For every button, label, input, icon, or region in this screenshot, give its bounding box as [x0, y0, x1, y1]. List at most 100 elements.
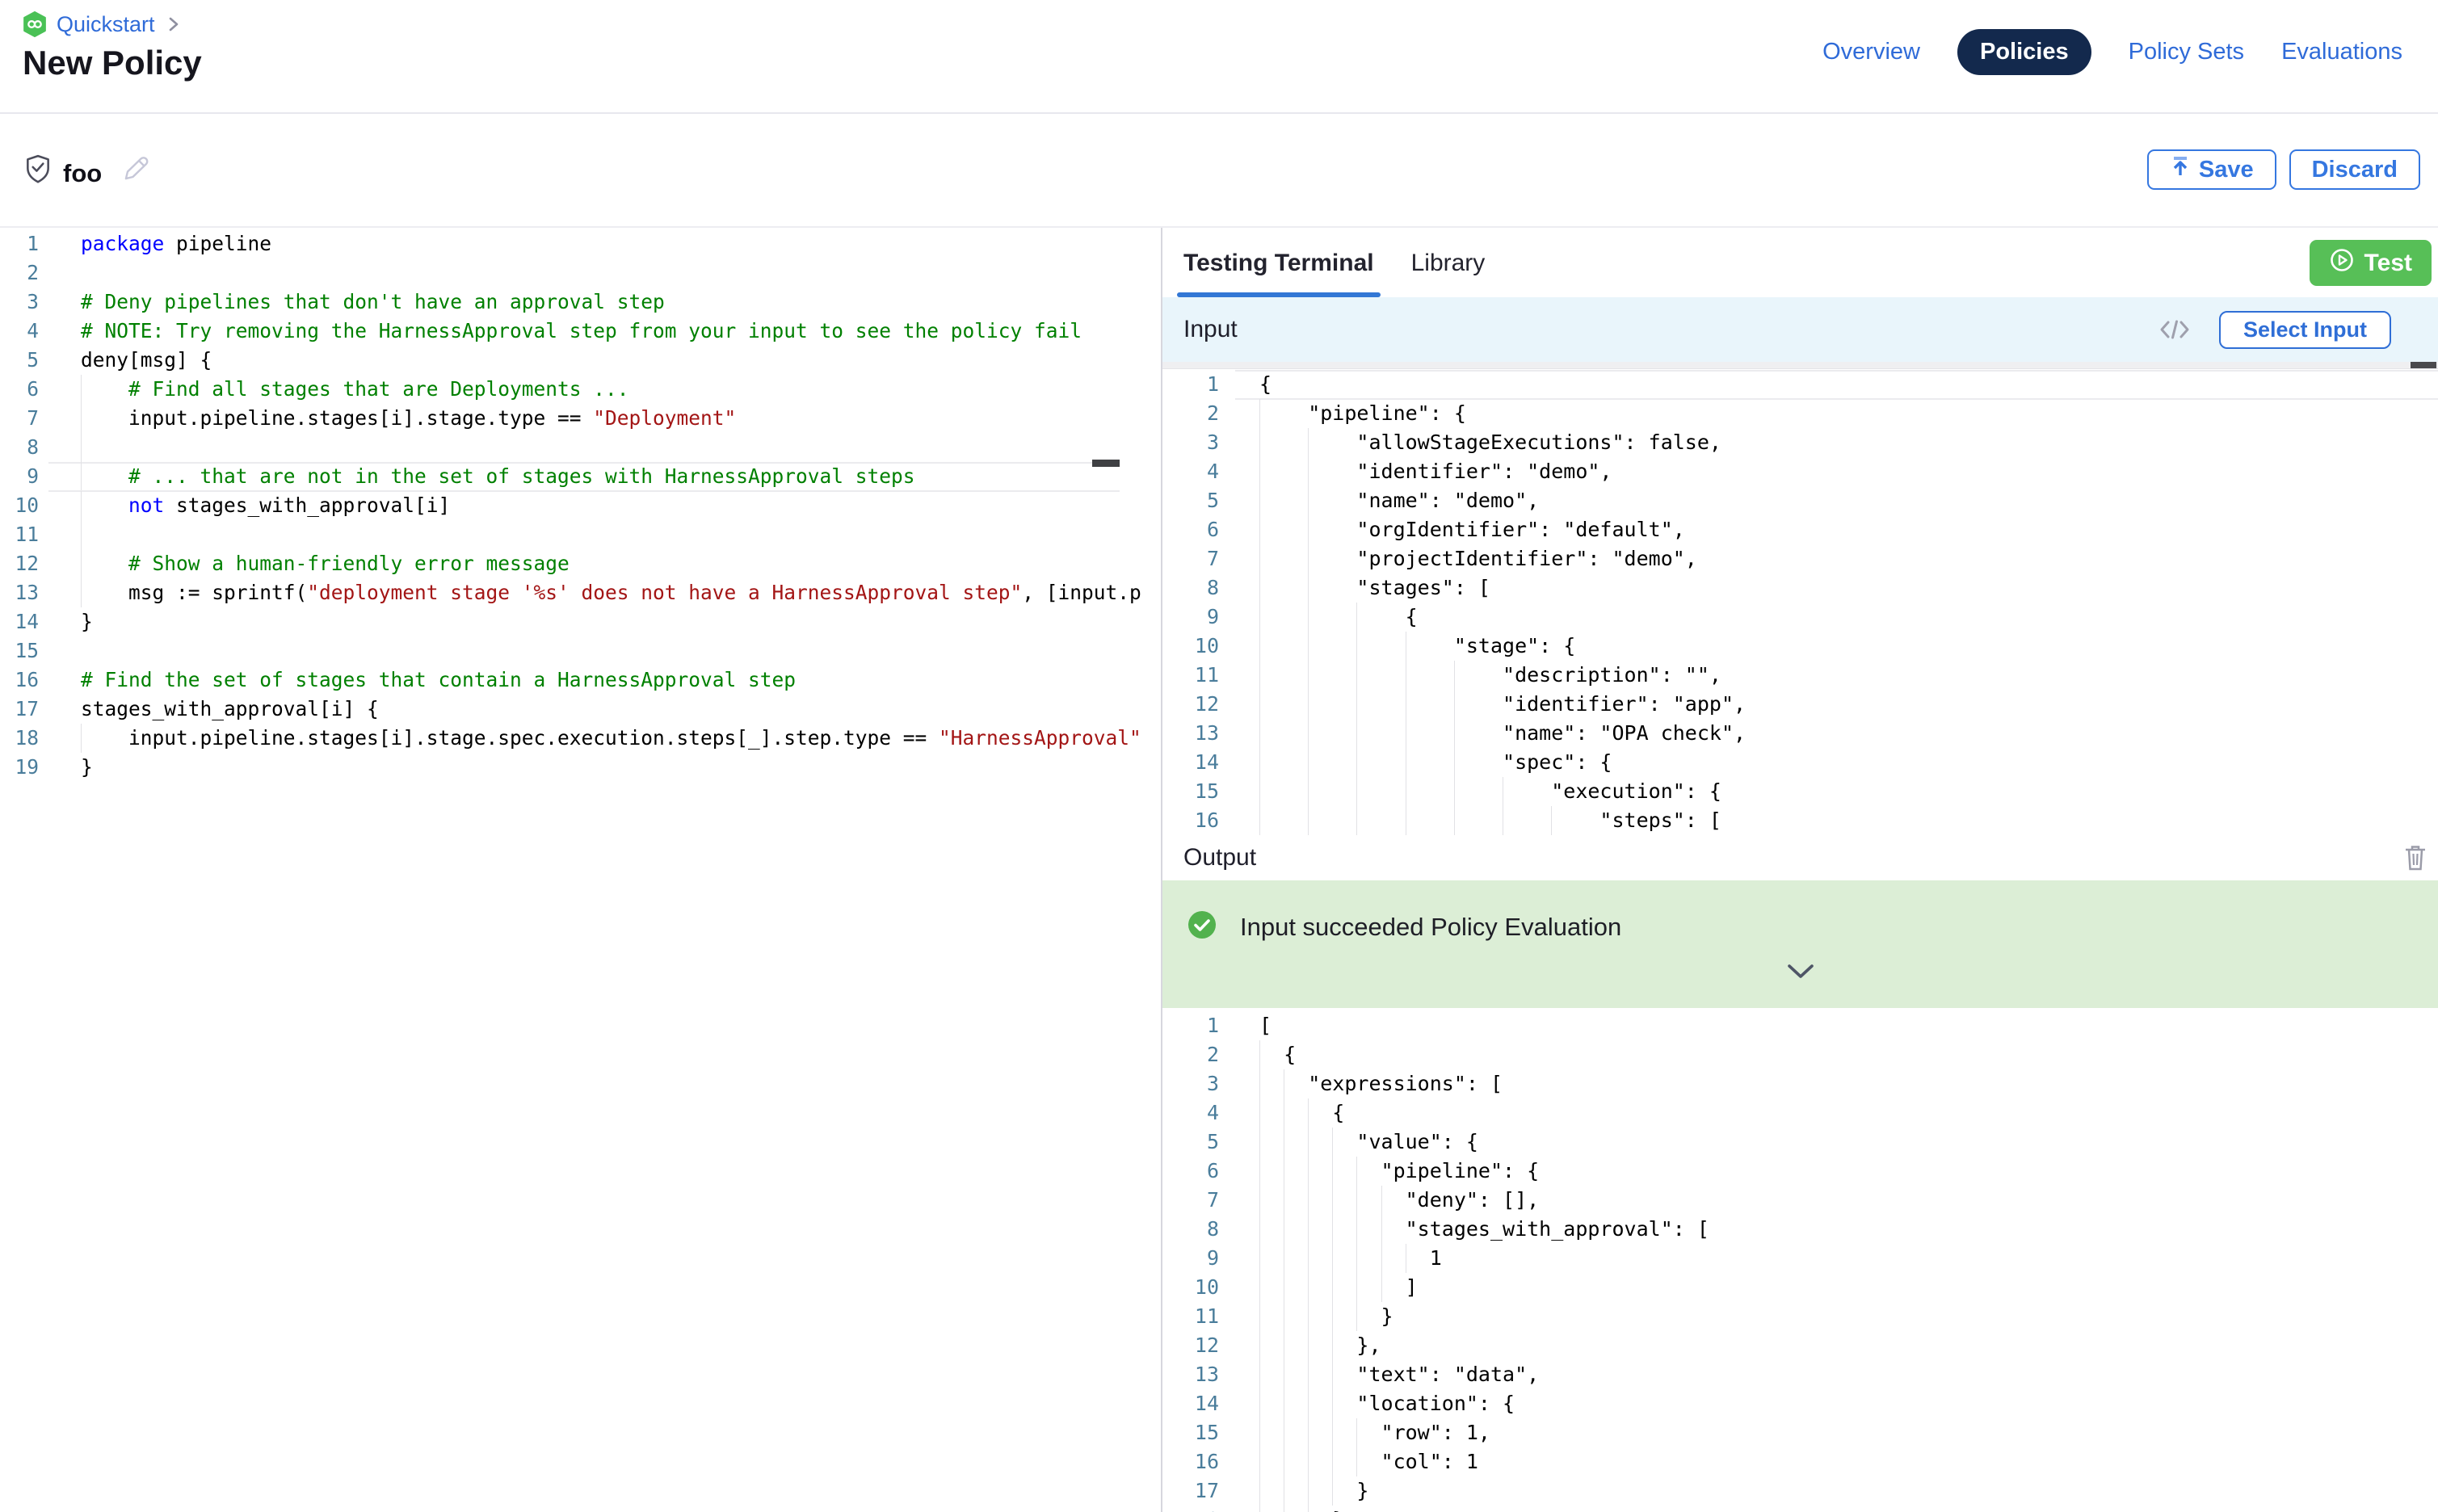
- code-line[interactable]: 10 not stages_with_approval[i]: [0, 491, 1161, 520]
- indent-guide: [1381, 1244, 1382, 1273]
- line-number: 14: [1162, 748, 1219, 777]
- code-line[interactable]: 18 }: [1162, 1506, 2438, 1512]
- code-line[interactable]: 7 "projectIdentifier": "demo",: [1162, 544, 2438, 573]
- code-line[interactable]: 2 {: [1162, 1040, 2438, 1069]
- code-line[interactable]: 16 "steps": [: [1162, 806, 2438, 835]
- code-line[interactable]: 1package pipeline: [0, 229, 1161, 258]
- code-line[interactable]: 4 "identifier": "demo",: [1162, 457, 2438, 486]
- code-line[interactable]: 19}: [0, 753, 1161, 782]
- code-line[interactable]: 3 "allowStageExecutions": false,: [1162, 428, 2438, 457]
- code-line[interactable]: 17 }: [1162, 1476, 2438, 1506]
- code-line[interactable]: 1{: [1162, 370, 2438, 399]
- line-number: 16: [1162, 806, 1219, 835]
- code-line[interactable]: 13 "text": "data",: [1162, 1360, 2438, 1389]
- chevron-down-icon[interactable]: [1785, 963, 1816, 981]
- code-text: "value": {: [1259, 1128, 1478, 1157]
- code-text: "identifier": "demo",: [1259, 457, 1612, 486]
- scrollbar-thumb[interactable]: [2411, 362, 2436, 368]
- code-line[interactable]: 2 "pipeline": {: [1162, 399, 2438, 428]
- code-line[interactable]: 14 "location": {: [1162, 1389, 2438, 1418]
- nav-evaluations[interactable]: Evaluations: [2281, 39, 2402, 65]
- indent-guide: [1332, 1447, 1333, 1476]
- input-json-editor[interactable]: 1{2 "pipeline": {3 "allowStageExecutions…: [1162, 368, 2438, 835]
- save-button[interactable]: Save: [2147, 149, 2276, 190]
- indent-guide: [1308, 603, 1309, 632]
- line-number: 6: [1162, 515, 1219, 544]
- code-line[interactable]: 3 "expressions": [: [1162, 1069, 2438, 1098]
- indent-guide: [1308, 661, 1309, 690]
- code-line[interactable]: 2: [0, 258, 1161, 288]
- code-line[interactable]: 9 # ... that are not in the set of stage…: [0, 462, 1161, 491]
- indent-guide: [1259, 1157, 1260, 1186]
- code-line[interactable]: 8 "stages": [: [1162, 573, 2438, 603]
- code-line[interactable]: 11 "description": "",: [1162, 661, 2438, 690]
- code-line[interactable]: 6 # Find all stages that are Deployments…: [0, 375, 1161, 404]
- code-brackets-icon[interactable]: [2158, 317, 2192, 342]
- trash-icon[interactable]: [2402, 843, 2428, 872]
- code-line[interactable]: 17stages_with_approval[i] {: [0, 695, 1161, 724]
- code-line[interactable]: 10 ]: [1162, 1273, 2438, 1302]
- input-editor-scrollbar[interactable]: [1162, 362, 2438, 368]
- code-line[interactable]: 9 {: [1162, 603, 2438, 632]
- code-line[interactable]: 12 # Show a human-friendly error message: [0, 549, 1161, 578]
- toolbar-actions: Save Discard: [2147, 149, 2420, 190]
- select-input-button[interactable]: Select Input: [2219, 311, 2391, 349]
- input-label: Input: [1183, 316, 1238, 343]
- code-line[interactable]: 5 "name": "demo",: [1162, 486, 2438, 515]
- code-text: }: [1259, 1476, 1368, 1506]
- indent-guide: [1259, 428, 1260, 457]
- code-line[interactable]: 6 "orgIdentifier": "default",: [1162, 515, 2438, 544]
- code-line[interactable]: 4 {: [1162, 1098, 2438, 1128]
- code-line[interactable]: 3# Deny pipelines that don't have an app…: [0, 288, 1161, 317]
- indent-guide: [1356, 1157, 1357, 1186]
- nav-policy-sets[interactable]: Policy Sets: [2129, 39, 2244, 65]
- code-text: # Show a human-friendly error message: [81, 549, 570, 578]
- code-line[interactable]: 16 "col": 1: [1162, 1447, 2438, 1476]
- rego-editor[interactable]: 1package pipeline23# Deny pipelines that…: [0, 229, 1161, 782]
- discard-button[interactable]: Discard: [2289, 149, 2420, 190]
- code-line[interactable]: 5 "value": {: [1162, 1128, 2438, 1157]
- indent-guide: [1259, 661, 1260, 690]
- code-line[interactable]: 14 "spec": {: [1162, 748, 2438, 777]
- code-line[interactable]: 11: [0, 520, 1161, 549]
- code-line[interactable]: 7 "deny": [],: [1162, 1186, 2438, 1215]
- test-button[interactable]: Test: [2310, 240, 2432, 286]
- breadcrumb-link-quickstart[interactable]: Quickstart: [57, 12, 155, 37]
- code-line[interactable]: 4# NOTE: Try removing the HarnessApprova…: [0, 317, 1161, 346]
- code-text: "description": "",: [1259, 661, 1721, 690]
- code-line[interactable]: 11 }: [1162, 1302, 2438, 1331]
- code-line[interactable]: 13 msg := sprintf("deployment stage '%s'…: [0, 578, 1161, 607]
- code-line[interactable]: 13 "name": "OPA check",: [1162, 719, 2438, 748]
- code-line[interactable]: 8 "stages_with_approval": [: [1162, 1215, 2438, 1244]
- line-number: 10: [1162, 1273, 1219, 1302]
- indent-guide: [1356, 1447, 1357, 1476]
- code-line[interactable]: 14}: [0, 607, 1161, 636]
- discard-button-label: Discard: [2312, 157, 2398, 183]
- code-line[interactable]: 18 input.pipeline.stages[i].stage.spec.e…: [0, 724, 1161, 753]
- tab-library[interactable]: Library: [1411, 229, 1486, 297]
- line-number: 19: [0, 753, 39, 782]
- nav-policies[interactable]: Policies: [1957, 29, 2091, 75]
- code-line[interactable]: 9 1: [1162, 1244, 2438, 1273]
- code-line[interactable]: 6 "pipeline": {: [1162, 1157, 2438, 1186]
- line-number: 15: [1162, 1418, 1219, 1447]
- output-json-editor[interactable]: 1[2 {3 "expressions": [4 {5 "value": {6 …: [1162, 1008, 2438, 1512]
- code-line[interactable]: 15 "execution": {: [1162, 777, 2438, 806]
- code-line[interactable]: 15: [0, 636, 1161, 666]
- code-line[interactable]: 10 "stage": {: [1162, 632, 2438, 661]
- code-line[interactable]: 8: [0, 433, 1161, 462]
- pencil-icon[interactable]: [120, 153, 152, 185]
- tab-testing-terminal[interactable]: Testing Terminal: [1183, 229, 1374, 297]
- code-line[interactable]: 15 "row": 1,: [1162, 1418, 2438, 1447]
- code-line[interactable]: 12 "identifier": "app",: [1162, 690, 2438, 719]
- code-line[interactable]: 5deny[msg] {: [0, 346, 1161, 375]
- code-text: msg := sprintf("deployment stage '%s' do…: [81, 578, 1141, 607]
- code-line[interactable]: 1[: [1162, 1011, 2438, 1040]
- line-number: 8: [1162, 573, 1219, 603]
- code-text: stages_with_approval[i] {: [81, 695, 379, 724]
- nav-overview[interactable]: Overview: [1822, 39, 1920, 65]
- code-line[interactable]: 7 input.pipeline.stages[i].stage.type ==…: [0, 404, 1161, 433]
- code-line[interactable]: 16# Find the set of stages that contain …: [0, 666, 1161, 695]
- code-text: # Deny pipelines that don't have an appr…: [81, 288, 665, 317]
- code-line[interactable]: 12 },: [1162, 1331, 2438, 1360]
